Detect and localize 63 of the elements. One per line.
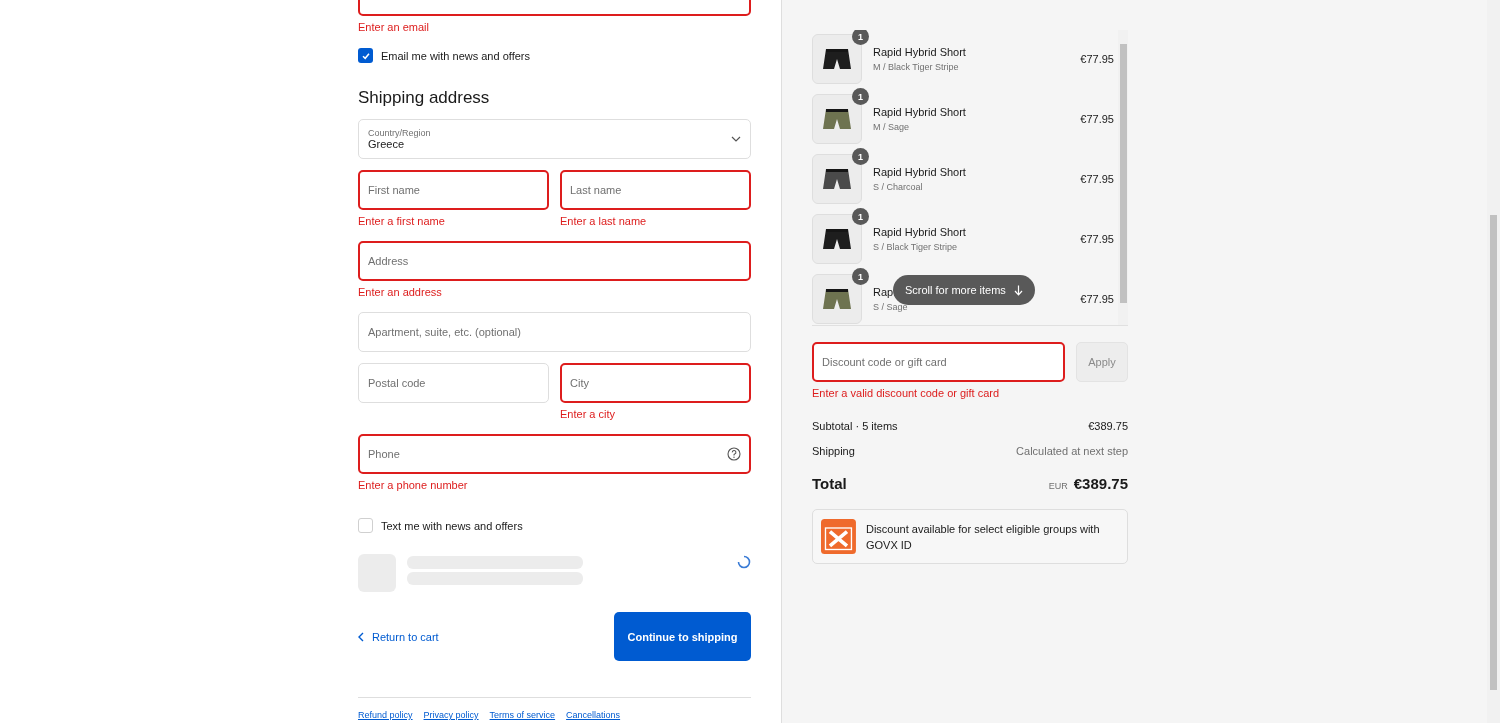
input-field[interactable]: Last name	[560, 170, 751, 210]
product-price: €77.95	[1080, 233, 1114, 245]
quantity-badge: 1	[852, 148, 869, 165]
currency-code: EUR	[1048, 481, 1068, 491]
quantity-badge: 1	[852, 208, 869, 225]
shipping-value: Calculated at next step	[1016, 445, 1128, 457]
error-message: Enter a valid discount code or gift card	[812, 387, 1001, 400]
product-name: Rapid Hybrid Short	[873, 166, 966, 178]
product-price: €77.95	[1080, 293, 1114, 305]
error-message: Enter a city	[560, 408, 617, 421]
total-label: Total	[812, 475, 847, 492]
product-variant: S / Sage	[873, 302, 908, 312]
checkbox-label: Text me with news and offers	[381, 519, 523, 532]
checkbox-label: Email me with news and offers	[381, 49, 530, 62]
error-message: Enter a phone number	[358, 479, 469, 492]
error-message: Enter an address	[358, 286, 443, 299]
discount-banner-text: Discount available for select eligible groups with GOVX ID	[865, 521, 1101, 553]
product-name: Rapid Hybrid Short	[873, 106, 966, 118]
input-field[interactable]: First name	[358, 170, 549, 210]
product-variant: M / Sage	[873, 122, 910, 132]
product-variant: M / Black Tiger Stripe	[873, 62, 959, 72]
footer-link[interactable]: Privacy policy	[423, 710, 479, 720]
checkmark-icon	[360, 50, 371, 61]
scrollbar[interactable]	[1118, 30, 1128, 325]
country-select[interactable]: Country/Region Greece	[358, 119, 751, 159]
discount-field[interactable]: Discount code or gift card	[812, 342, 1065, 382]
product-name: Rapid Hybrid Short	[873, 226, 966, 238]
product-variant: S / Black Tiger Stripe	[873, 242, 958, 252]
chevron-left-icon	[358, 631, 364, 642]
error-message: Enter an email	[358, 21, 430, 34]
scroll-hint[interactable]: Scroll for more items	[893, 275, 1035, 305]
checkbox[interactable]	[358, 518, 373, 533]
return-link[interactable]: Return to cart	[358, 630, 439, 643]
footer-link[interactable]: Refund policy	[358, 710, 413, 720]
phone-field[interactable]: Phone	[358, 434, 751, 474]
product-price: €77.95	[1080, 173, 1114, 185]
product-variant: S / Charcoal	[873, 182, 923, 192]
scrollbar[interactable]	[1487, 0, 1500, 723]
section-heading: Shipping address	[358, 88, 491, 108]
shipping-label: Shipping	[812, 445, 855, 457]
spinner-icon	[737, 555, 751, 569]
footer-link[interactable]: Cancellations	[566, 710, 621, 720]
quantity-badge: 1	[852, 30, 869, 45]
error-message: Enter a first name	[358, 215, 446, 228]
product-price: €77.95	[1080, 113, 1114, 125]
subtotal-value: €389.75	[1088, 420, 1128, 432]
arrow-down-icon	[1013, 284, 1023, 296]
return-link-text[interactable]: Return to cart	[372, 630, 439, 643]
input-field[interactable]: Address	[358, 241, 751, 281]
logo-icon	[821, 517, 856, 556]
product-name: Rapid Hybrid Short	[873, 46, 966, 58]
subtotal-label: Subtotal · 5 items	[812, 420, 898, 432]
help-icon[interactable]	[727, 447, 741, 461]
quantity-badge: 1	[852, 268, 869, 285]
chevron-down-icon	[731, 136, 741, 142]
error-message: Enter a last name	[560, 215, 648, 228]
footer-link[interactable]: Terms of service	[489, 710, 556, 720]
quantity-badge: 1	[852, 88, 869, 105]
input-field[interactable]: City	[560, 363, 751, 403]
product-price: €77.95	[1080, 53, 1114, 65]
checkbox[interactable]	[358, 48, 373, 63]
total-value: €389.75	[1073, 475, 1128, 492]
continue-button[interactable]: Continue to shipping	[614, 612, 751, 661]
